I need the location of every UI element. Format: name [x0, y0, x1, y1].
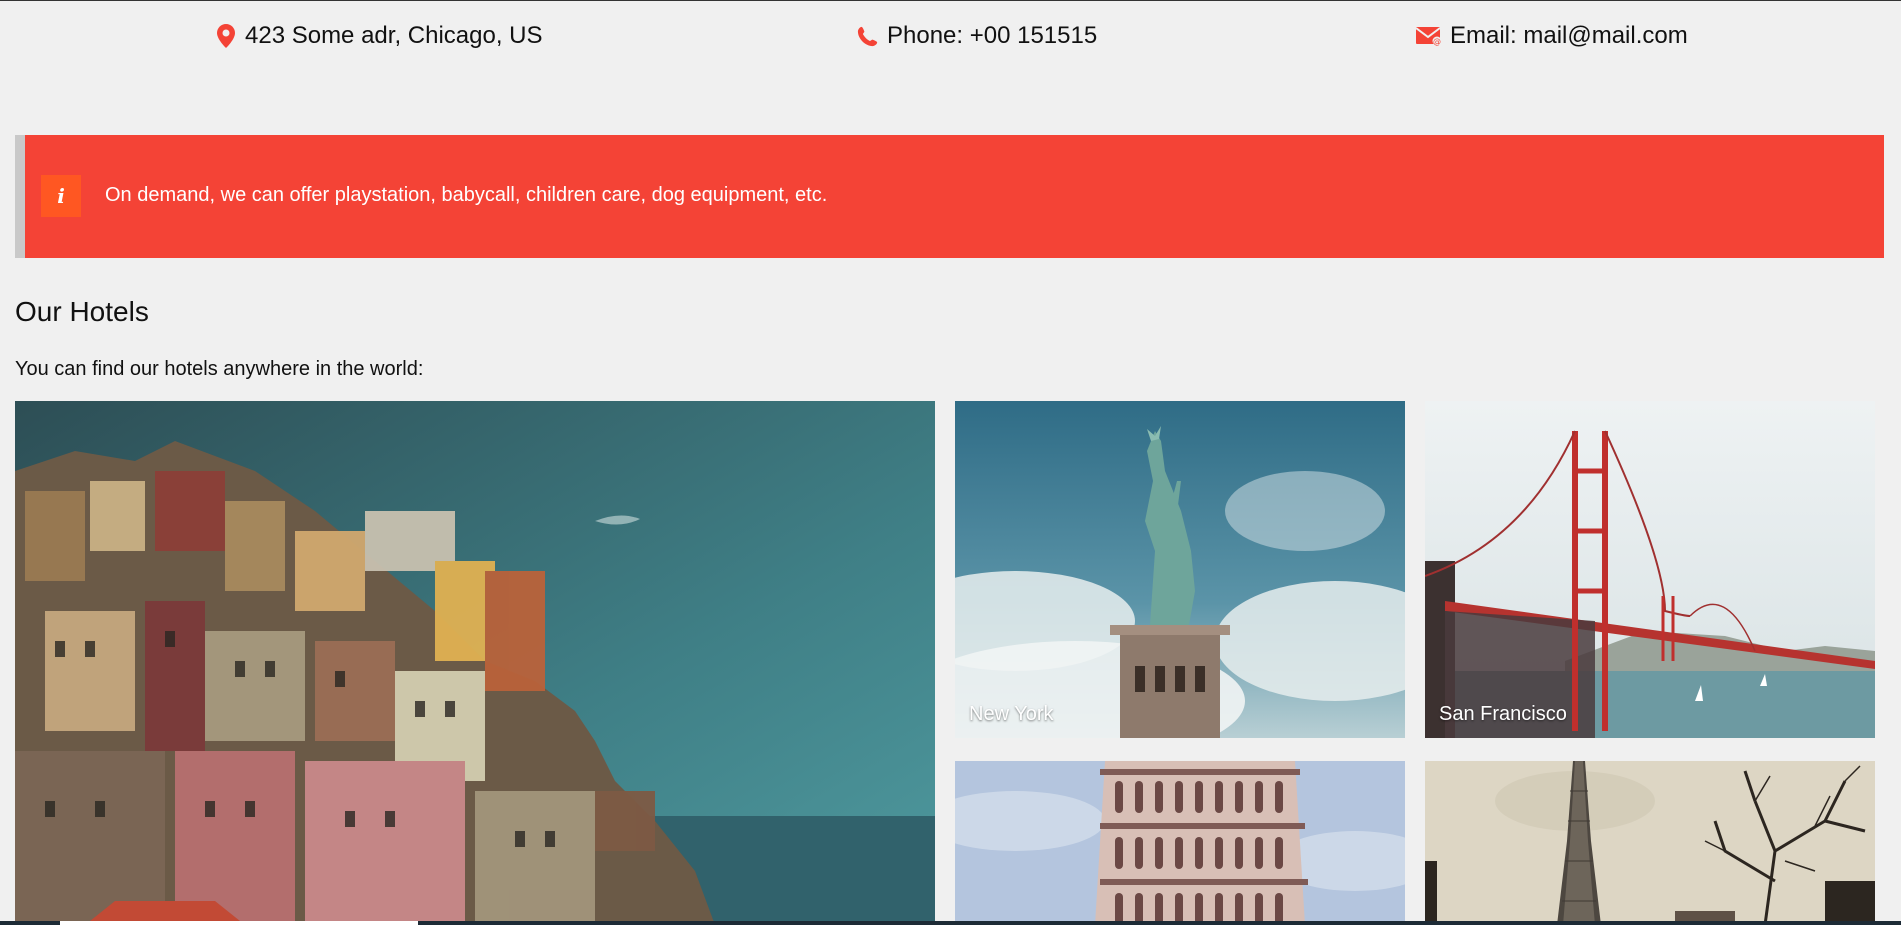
- contact-bar: 423 Some adr, Chicago, US Phone: +00 151…: [0, 22, 1901, 62]
- city-label: San Francisco: [1439, 703, 1567, 725]
- hotel-tile-san-francisco[interactable]: San Francisco: [1425, 401, 1875, 738]
- section-title: Our Hotels: [15, 296, 149, 327]
- phone-text: Phone: +00 151515: [887, 22, 1098, 49]
- cinque-terre-image: [15, 401, 935, 925]
- phone-icon: [857, 23, 879, 49]
- map-marker-icon: [215, 23, 237, 49]
- contact-phone: Phone: +00 151515: [857, 22, 1097, 50]
- envelope-icon: @: [1416, 23, 1442, 49]
- contact-address: 423 Some adr, Chicago, US: [215, 22, 543, 50]
- pisa-image: [955, 761, 1405, 925]
- san-francisco-image: [1425, 401, 1875, 738]
- hotel-tile-cinque-terre[interactable]: [15, 401, 935, 925]
- alert-left-border: [15, 135, 25, 258]
- hotel-tile-new-york[interactable]: New York: [955, 401, 1405, 738]
- info-icon: i: [41, 175, 81, 217]
- alert-message: On demand, we can offer playstation, bab…: [105, 184, 828, 206]
- new-york-image: [955, 401, 1405, 738]
- email-text: Email: mail@mail.com: [1450, 22, 1688, 49]
- info-alert: i On demand, we can offer playstation, b…: [15, 135, 1884, 258]
- svg-text:@: @: [1433, 37, 1441, 46]
- section-subtitle: You can find our hotels anywhere in the …: [15, 358, 424, 380]
- window-bottom-bar-highlight: [60, 921, 418, 925]
- address-text: 423 Some adr, Chicago, US: [245, 22, 543, 49]
- hotel-tile-paris[interactable]: [1425, 761, 1875, 925]
- paris-image: [1425, 761, 1875, 925]
- top-border: [0, 0, 1901, 1]
- contact-email: @ Email: mail@mail.com: [1416, 22, 1688, 50]
- hotel-tile-pisa[interactable]: [955, 761, 1405, 925]
- city-label: New York: [969, 703, 1054, 725]
